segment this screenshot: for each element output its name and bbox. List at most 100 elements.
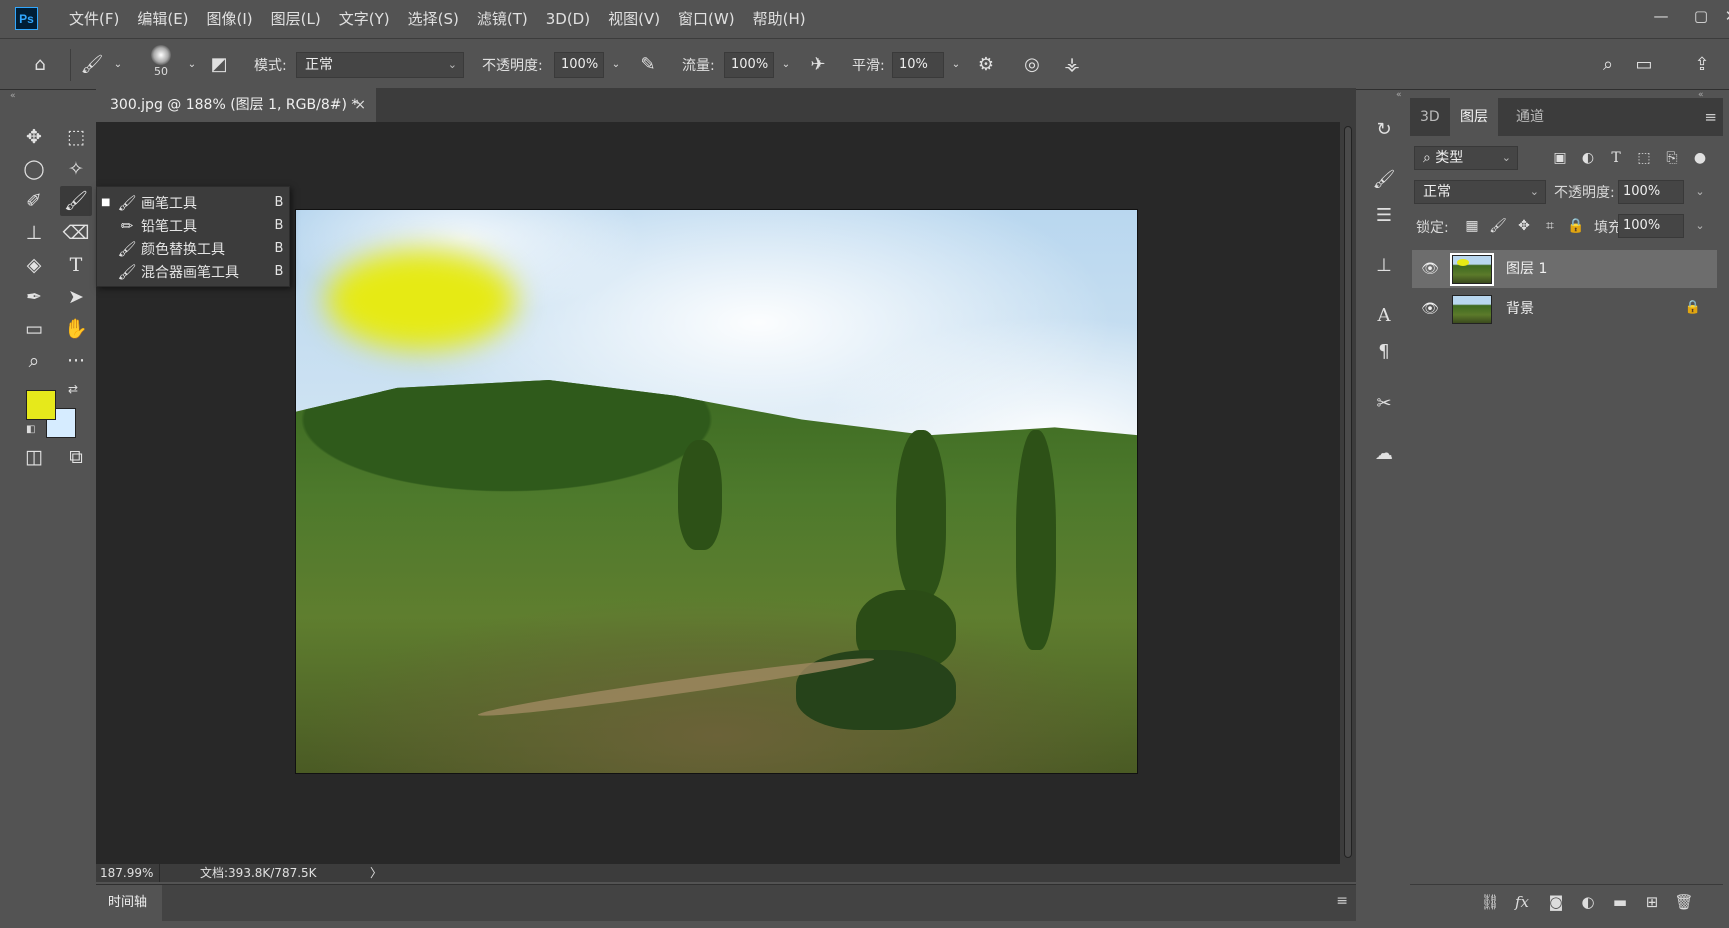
smoothing-input[interactable]: 10% [892,52,944,78]
cc-libraries-icon[interactable]: ☁ [1368,438,1400,470]
menu-window[interactable]: 窗口(W) [669,9,744,29]
airbrush-icon[interactable]: ✈ [804,51,832,79]
layer-row[interactable]: 👁 背景 🔒 [1412,290,1717,328]
maximize-button[interactable]: ▢ [1686,5,1716,27]
path-select-tool-icon[interactable]: ➤ [60,282,92,312]
menu-filter[interactable]: 滤镜(T) [468,9,537,29]
menu-select[interactable]: 选择(S) [399,9,468,29]
eyedropper-tool-icon[interactable]: ✐ [18,186,50,216]
flyout-item-pencil[interactable]: ✏ 铅笔工具 B [97,214,291,237]
menu-image[interactable]: 图像(I) [198,9,262,29]
search-icon[interactable]: ⌕ [1594,51,1622,79]
chevron-down-icon[interactable]: ⌄ [942,51,970,79]
zoom-tool-icon[interactable]: ⌕ [18,346,50,376]
layer-opacity-input[interactable]: 100% [1618,180,1684,204]
brush-settings-panel-icon[interactable]: 🖌 [1368,164,1400,196]
menu-edit[interactable]: 编辑(E) [128,9,197,29]
paint-bucket-tool-icon[interactable]: ◈ [18,250,50,280]
panel-menu-icon[interactable]: ≡ [1336,893,1348,909]
type-tool-icon[interactable]: T [60,250,92,280]
pressure-opacity-icon[interactable]: ✎ [634,51,662,79]
menu-help[interactable]: 帮助(H) [744,9,815,29]
eraser-tool-icon[interactable]: ⌫ [60,218,92,248]
tab-layers[interactable]: 图层 [1450,98,1498,136]
expand-panels-icon[interactable]: « [1396,90,1402,100]
shape-filter-icon[interactable]: ⬚ [1632,146,1656,170]
rectangle-tool-icon[interactable]: ▭ [18,314,50,344]
minimize-button[interactable]: — [1646,5,1676,27]
lasso-tool-icon[interactable]: ◯ [18,154,50,184]
menu-3d[interactable]: 3D(D) [537,9,599,29]
scrollbar-thumb[interactable] [1344,126,1352,858]
zoom-level-field[interactable]: 187.99% [96,864,160,882]
eye-icon[interactable]: 👁 [1420,259,1440,279]
trash-icon[interactable]: 🗑 [1672,893,1696,913]
menu-layer[interactable]: 图层(L) [262,9,330,29]
foreground-color-swatch[interactable] [26,390,56,420]
chevron-down-icon[interactable]: ⌄ [1688,180,1712,204]
flow-input[interactable]: 100% [724,52,774,78]
move-tool-icon[interactable]: ✥ [18,122,50,152]
blend-mode-select[interactable]: 正常 ⌄ [1414,180,1546,204]
layer-name[interactable]: 图层 1 [1506,250,1547,288]
type-filter-icon[interactable]: T [1604,146,1628,170]
chevron-down-icon[interactable]: ⌄ [178,51,206,79]
tool-presets-icon[interactable]: ✂ [1368,388,1400,420]
default-colors-icon[interactable]: ◧ [26,424,35,435]
magic-wand-tool-icon[interactable]: ✧ [60,154,92,184]
quick-mask-icon[interactable]: ◫ [18,442,50,472]
tab-channels[interactable]: 通道 [1506,98,1554,136]
more-tools-icon[interactable]: ··· [60,346,92,376]
lock-artboard-icon[interactable]: ⌗ [1538,214,1562,238]
link-layers-icon[interactable]: ⛓ [1478,893,1502,913]
eye-icon[interactable]: 👁 [1420,299,1440,319]
new-layer-icon[interactable]: ⊞ [1640,893,1664,913]
close-window-button[interactable]: ✕ [1716,5,1729,27]
timeline-tab[interactable]: 时间轴 [96,885,162,921]
menu-file[interactable]: 文件(F) [60,9,128,29]
chevron-down-icon[interactable]: ⌄ [602,51,630,79]
lock-transparency-icon[interactable]: ▦ [1460,214,1484,238]
pen-tool-icon[interactable]: ✒ [18,282,50,312]
home-icon[interactable]: ⌂ [26,51,54,79]
history-icon[interactable]: ↻ [1368,114,1400,146]
filter-toggle-icon[interactable]: ● [1688,146,1712,170]
lock-all-icon[interactable]: 🔒 [1564,214,1588,238]
chevron-down-icon[interactable]: ⌄ [1688,214,1712,238]
hand-tool-icon[interactable]: ✋ [60,314,92,344]
add-mask-icon[interactable]: ◙ [1544,893,1568,913]
flyout-item-brush[interactable]: ■ 🖌 画笔工具 B [97,191,291,214]
tab-3d[interactable]: 3D [1410,98,1450,136]
landscape-photo[interactable] [295,209,1138,774]
filter-kind-select[interactable]: ⌕ 类型 ⌄ [1414,146,1518,170]
panel-menu-icon[interactable]: ≡ [1704,108,1717,126]
adjustment-filter-icon[interactable]: ◐ [1576,146,1600,170]
menu-type[interactable]: 文字(Y) [330,9,399,29]
smart-object-filter-icon[interactable]: ⎘ [1660,146,1684,170]
character-icon[interactable]: A [1368,300,1400,332]
clone-source-icon[interactable]: ⊥ [1368,250,1400,282]
adjustment-layer-icon[interactable]: ◐ [1576,893,1600,913]
chevron-down-icon[interactable]: ⌄ [772,51,800,79]
brush-preset-icon[interactable]: 🖌 [78,51,106,79]
chevron-down-icon[interactable]: ⌄ [104,51,132,79]
stamp-tool-icon[interactable]: ⊥ [18,218,50,248]
brush-size-picker[interactable]: 50 [148,45,174,85]
flyout-item-mixer-brush[interactable]: 🖌 混合器画笔工具 B [97,260,291,283]
share-icon[interactable]: ⇪ [1688,51,1716,79]
pixel-filter-icon[interactable]: ▣ [1548,146,1572,170]
new-group-icon[interactable]: ▬ [1608,893,1632,913]
symmetry-icon[interactable]: ⚶ [1058,51,1086,79]
layer-row[interactable]: 👁 图层 1 [1412,250,1717,288]
menu-view[interactable]: 视图(V) [599,9,669,29]
mode-select[interactable]: 正常 ⌄ [296,52,464,78]
brush-settings-icon[interactable]: ◩ [205,51,233,79]
flyout-item-color-replace[interactable]: 🖌 颜色替换工具 B [97,237,291,260]
screen-mode-icon[interactable]: ⧉ [60,442,92,472]
collapse-toolbar-icon[interactable]: « [6,92,94,101]
marquee-tool-icon[interactable]: ⬚ [60,122,92,152]
pressure-size-icon[interactable]: ◎ [1018,51,1046,79]
gear-icon[interactable]: ⚙ [972,51,1000,79]
document-size-info[interactable]: 文档:393.8K/787.5K [200,864,317,882]
workspace-icon[interactable]: ▭ [1630,51,1658,79]
